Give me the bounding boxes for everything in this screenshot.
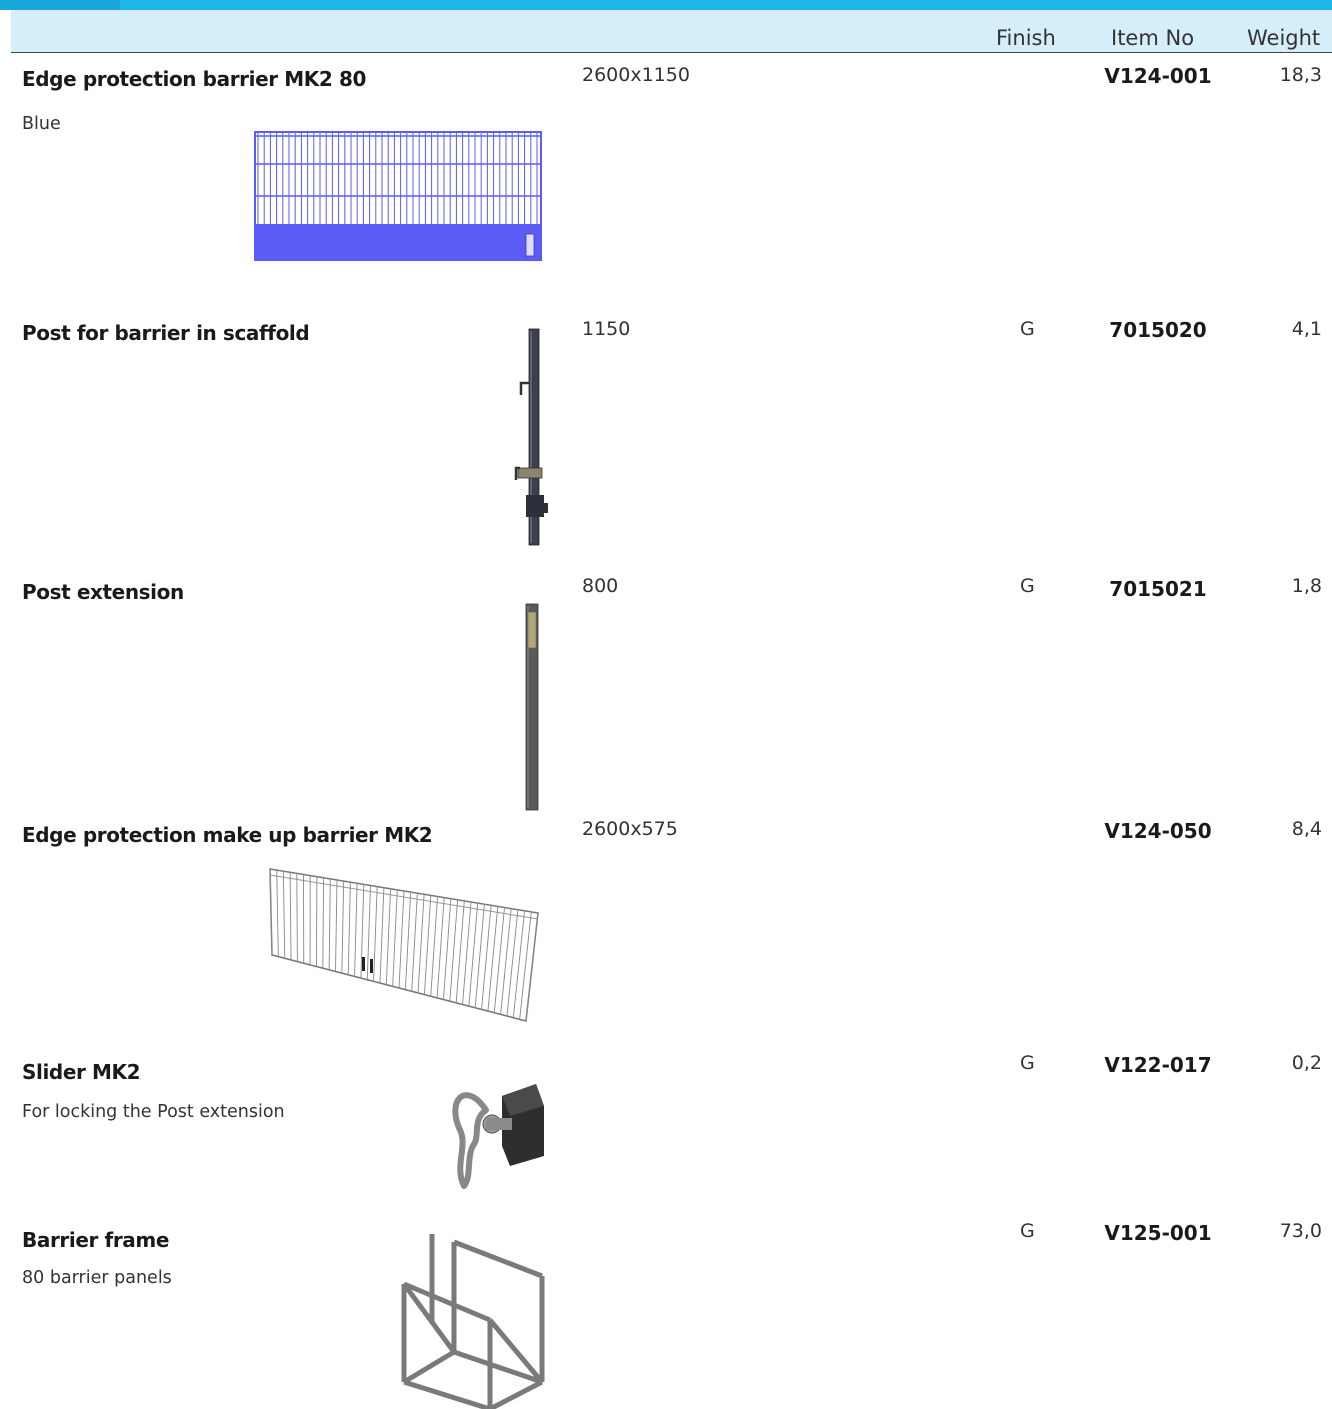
product-weight: 18,3 bbox=[1279, 64, 1322, 86]
post-image bbox=[514, 328, 548, 546]
product-finish: G bbox=[1020, 318, 1035, 340]
product-weight: 0,2 bbox=[1291, 1052, 1322, 1074]
product-finish: G bbox=[1020, 1220, 1035, 1242]
section-title-bar bbox=[0, 0, 1332, 10]
product-weight: 8,4 bbox=[1291, 818, 1322, 840]
product-description: For locking the Post extension bbox=[22, 1102, 285, 1122]
item-no-column-header: Item No bbox=[1111, 26, 1195, 50]
product-name: Edge protection barrier MK2 80 bbox=[22, 67, 366, 91]
make-up-barrier-image bbox=[269, 868, 539, 1022]
product-name: Barrier frame bbox=[22, 1228, 169, 1252]
blue-barrier-image bbox=[254, 131, 542, 261]
product-weight: 1,8 bbox=[1291, 575, 1322, 597]
product-dimension: 1150 bbox=[582, 318, 631, 340]
product-item-no: 7015021 bbox=[1109, 577, 1207, 601]
weight-column-header: Weight bbox=[1247, 26, 1321, 50]
product-name: Slider MK2 bbox=[22, 1060, 141, 1084]
product-dimension: 2600x575 bbox=[582, 818, 678, 840]
barrier-frame-image bbox=[401, 1234, 545, 1409]
slider-image bbox=[452, 1084, 544, 1189]
product-name: Post extension bbox=[22, 580, 184, 604]
product-name: Post for barrier in scaffold bbox=[22, 321, 310, 345]
product-item-no: V124-050 bbox=[1104, 819, 1212, 843]
product-weight: 4,1 bbox=[1291, 318, 1322, 340]
product-item-no: 7015020 bbox=[1109, 318, 1207, 342]
product-dimension: 2600x1150 bbox=[582, 64, 690, 86]
product-dimension: 800 bbox=[582, 575, 619, 597]
product-finish: G bbox=[1020, 1052, 1035, 1074]
product-item-no: V125-001 bbox=[1104, 1221, 1212, 1245]
product-name: Edge protection make up barrier MK2 bbox=[22, 823, 433, 847]
table-header: Finish Item No Weight bbox=[11, 10, 1332, 53]
product-item-no: V122-017 bbox=[1104, 1053, 1212, 1077]
product-item-no: V124-001 bbox=[1104, 64, 1212, 88]
product-finish: G bbox=[1020, 575, 1035, 597]
product-description: 80 barrier panels bbox=[22, 1268, 172, 1288]
product-weight: 73,0 bbox=[1279, 1220, 1322, 1242]
finish-column-header: Finish bbox=[996, 26, 1056, 50]
product-description: Blue bbox=[22, 114, 61, 134]
section-tab bbox=[0, 0, 120, 10]
post-extension-image bbox=[525, 603, 539, 811]
